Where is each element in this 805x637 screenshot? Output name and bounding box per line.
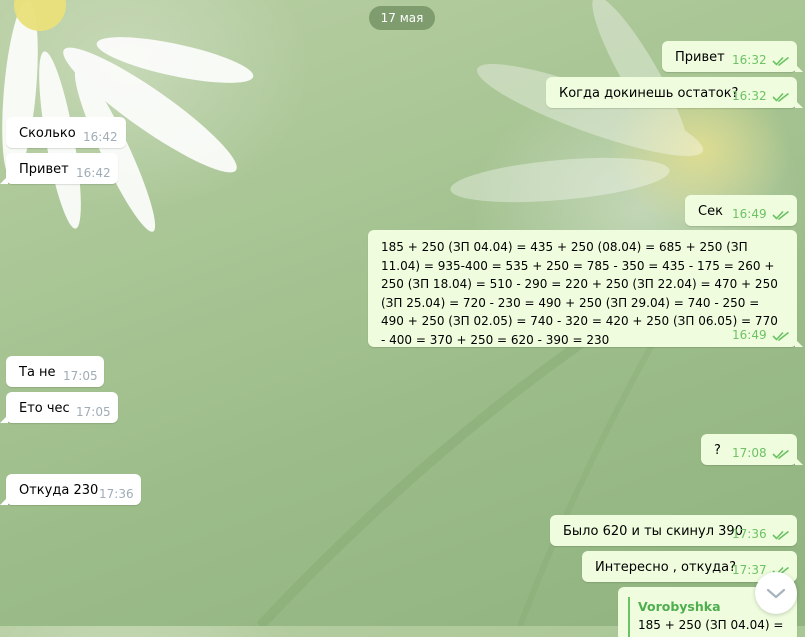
message-text: Было 620 и ты скинул 390	[563, 524, 743, 539]
message-time: 16:42	[76, 166, 111, 180]
message-text: Когда докинешь остаток?	[559, 86, 739, 101]
message-text: Привет	[19, 162, 69, 177]
scroll-to-bottom-button[interactable]	[755, 572, 797, 614]
message-time: 17:05	[76, 405, 111, 419]
message-text: Интересно , откуда?	[595, 560, 736, 575]
message-text: Привет	[675, 50, 725, 65]
reply-author: Vorobyshka	[638, 599, 721, 614]
double-check-icon	[772, 530, 789, 540]
message-time: 17:05	[63, 369, 98, 383]
message-text: Ето чес	[19, 401, 70, 416]
bubble-tail	[795, 457, 803, 465]
incoming-message[interactable]: Та не 17:05	[6, 356, 104, 387]
bubble-tail	[0, 497, 8, 505]
outgoing-message[interactable]: ? 17:08	[701, 434, 803, 465]
double-check-icon	[772, 449, 789, 459]
chevron-down-icon	[766, 588, 786, 599]
message-text: ?	[714, 443, 721, 458]
outgoing-message[interactable]: 185 + 250 (ЗП 04.04) = 435 + 250 (08.04)…	[368, 230, 803, 347]
message-text: Откуда 230	[19, 483, 99, 498]
message-time: 16:32	[732, 53, 767, 67]
message-time: 16:49	[732, 207, 767, 221]
incoming-message[interactable]: Сколько 16:42	[6, 117, 126, 148]
outgoing-message[interactable]: Было 620 и ты скинул 390 17:36	[550, 515, 797, 546]
incoming-message[interactable]: Привет 16:42	[0, 153, 118, 184]
message-time: 16:32	[732, 89, 767, 103]
message-text: Сек	[698, 204, 723, 219]
incoming-message[interactable]: Ето чес 17:05	[0, 392, 118, 423]
date-divider: 17 мая	[369, 6, 435, 30]
message-time: 17:36	[732, 527, 767, 541]
double-check-icon	[772, 331, 789, 341]
bubble-tail	[795, 100, 803, 108]
reply-preview-text: 185 + 250 (ЗП 04.04) =	[638, 618, 784, 632]
message-time: 16:49	[732, 328, 767, 342]
message-text: Та не	[19, 365, 56, 380]
reply-quote-bar	[628, 597, 630, 637]
double-check-icon	[772, 210, 789, 220]
double-check-icon	[772, 56, 789, 66]
incoming-message[interactable]: Откуда 230 17:36	[0, 474, 141, 505]
message-text: 185 + 250 (ЗП 04.04) = 435 + 250 (08.04)…	[381, 240, 778, 347]
bubble-tail	[0, 415, 8, 423]
bubble-tail	[795, 339, 803, 347]
message-time: 17:08	[732, 446, 767, 460]
message-time: 17:37	[732, 563, 767, 577]
message-time: 17:36	[99, 487, 134, 501]
outgoing-message[interactable]: Когда докинешь остаток? 16:32	[546, 77, 803, 108]
bubble-tail	[795, 64, 803, 72]
bubble-tail	[0, 176, 8, 184]
message-time: 16:42	[83, 130, 118, 144]
outgoing-message[interactable]: Сек 16:49	[685, 195, 797, 226]
double-check-icon	[772, 92, 789, 102]
message-text: Сколько	[19, 126, 76, 141]
outgoing-message[interactable]: Привет 16:32	[662, 41, 803, 72]
